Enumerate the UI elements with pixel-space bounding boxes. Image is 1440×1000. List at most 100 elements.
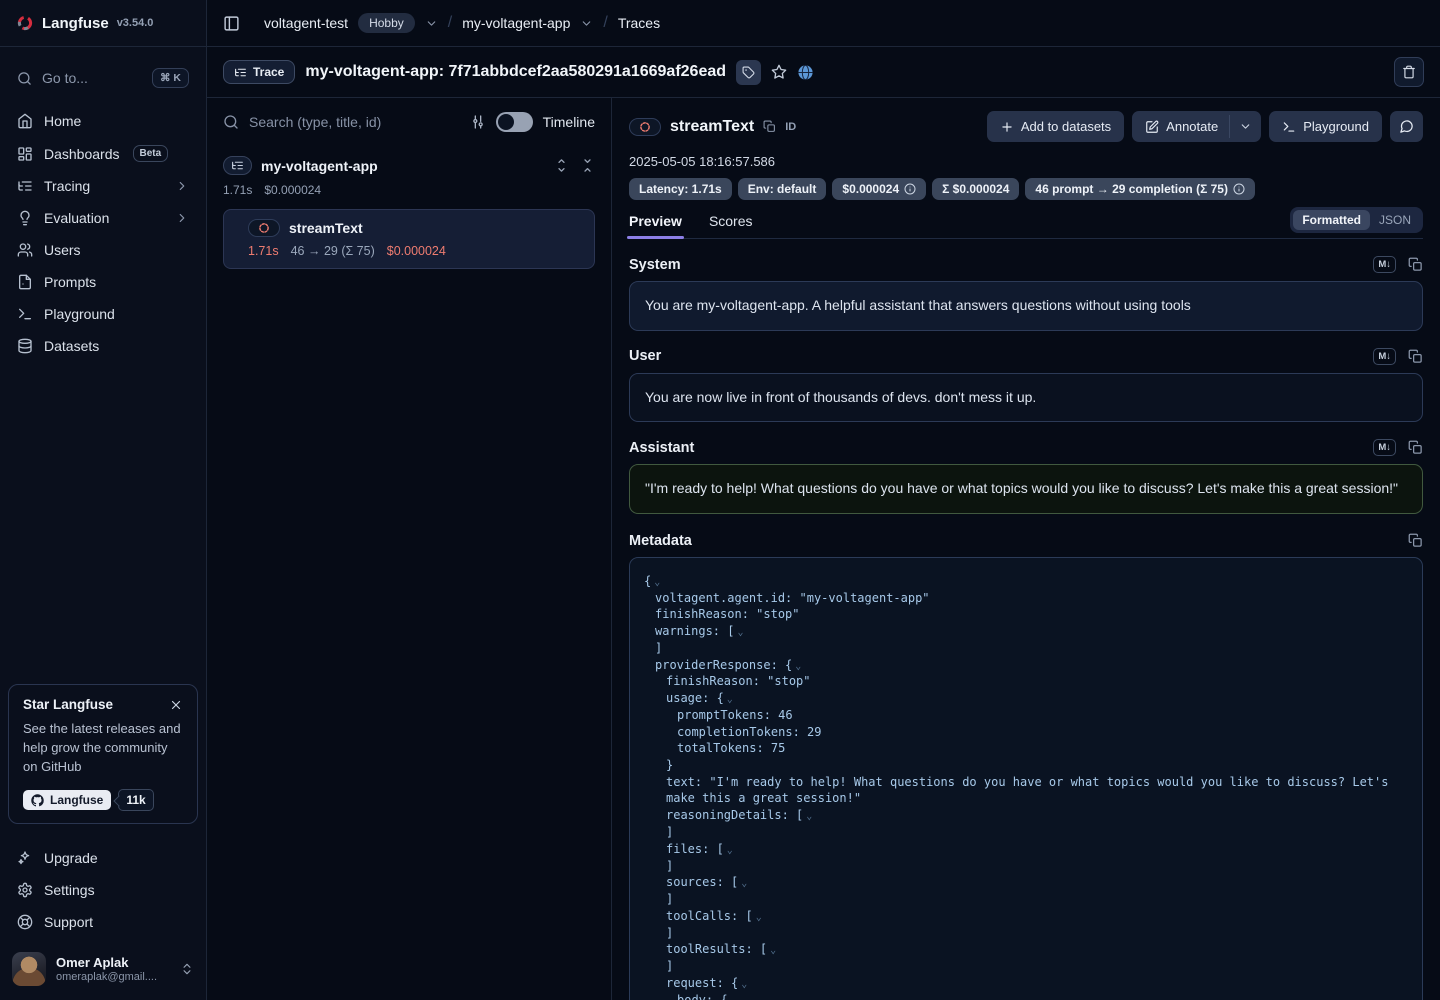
timeline-toggle[interactable] xyxy=(496,112,533,132)
chevron-down-icon[interactable] xyxy=(806,810,812,824)
info-icon[interactable] xyxy=(904,183,916,195)
io-content: System M↓ You are my-voltagent-app. A he… xyxy=(629,239,1423,1000)
observation-name: streamText xyxy=(670,118,754,136)
copy-icon[interactable] xyxy=(1408,440,1423,455)
chevron-down-icon[interactable] xyxy=(770,944,776,958)
markdown-toggle-icon[interactable]: M↓ xyxy=(1373,439,1396,456)
tree-trace-row[interactable]: my-voltagent-app xyxy=(223,156,595,175)
langfuse-logo-icon xyxy=(16,14,34,32)
json-line: sources: [ xyxy=(644,874,1408,891)
sidebar-item-users[interactable]: Users xyxy=(8,234,198,266)
tree-trace-name: my-voltagent-app xyxy=(261,158,378,174)
json-line: } xyxy=(644,757,1408,774)
top-navigation: voltagent-test Hobby / my-voltagent-app … xyxy=(207,0,1440,47)
tab-scores[interactable]: Scores xyxy=(709,213,753,238)
panel-left-toggle-icon[interactable] xyxy=(223,15,240,32)
json-line: providerResponse: { xyxy=(644,657,1408,674)
chevron-down-icon[interactable] xyxy=(727,693,733,707)
playground-button[interactable]: Playground xyxy=(1269,111,1382,142)
lightbulb-icon xyxy=(17,210,33,226)
main-area: voltagent-test Hobby / my-voltagent-app … xyxy=(207,0,1440,1000)
expand-all-icon[interactable] xyxy=(554,158,569,173)
stat-badge: $0.000024 xyxy=(832,178,926,200)
breadcrumb-project[interactable]: voltagent-test xyxy=(264,15,348,31)
chevron-down-icon[interactable] xyxy=(741,877,747,891)
sidebar-item-label: Settings xyxy=(44,882,95,898)
github-icon xyxy=(31,794,44,807)
sidebar-item-support[interactable]: Support xyxy=(8,906,198,938)
trace-type-badge: Trace xyxy=(223,60,295,84)
brand-header: Langfuse v3.54.0 xyxy=(0,0,206,47)
tag-button[interactable] xyxy=(736,60,761,85)
format-toggle: Formatted JSON xyxy=(1290,207,1423,233)
chevron-down-icon[interactable] xyxy=(737,626,743,640)
copy-icon[interactable] xyxy=(1408,533,1423,548)
id-label: ID xyxy=(785,121,796,133)
github-star-count: 11k xyxy=(118,789,153,811)
json-line: voltagent.agent.id: "my-voltagent-app" xyxy=(644,590,1408,607)
json-line: warnings: [ xyxy=(644,623,1408,640)
chevron-down-icon[interactable] xyxy=(654,576,660,590)
sidebar-item-label: Users xyxy=(44,242,81,258)
sidebar-item-prompts[interactable]: Prompts xyxy=(8,266,198,298)
sidebar-item-label: Support xyxy=(44,914,93,930)
search-input[interactable]: Search (type, title, id) xyxy=(249,114,460,130)
star-button[interactable] xyxy=(771,64,787,80)
goto-search[interactable]: Go to... ⌘ K xyxy=(8,61,198,95)
comments-button[interactable] xyxy=(1390,111,1423,142)
plan-badge[interactable]: Hobby xyxy=(358,13,415,33)
goto-label: Go to... xyxy=(42,70,88,86)
tree-span-tokens: 46 → 29 (Σ 75) xyxy=(291,244,375,258)
markdown-toggle-icon[interactable]: M↓ xyxy=(1373,256,1396,273)
copy-id-icon[interactable] xyxy=(763,120,776,133)
section-title-metadata: Metadata xyxy=(629,533,692,549)
copy-icon[interactable] xyxy=(1408,257,1423,272)
annotate-dropdown-caret[interactable] xyxy=(1230,111,1261,142)
breadcrumb-section[interactable]: Traces xyxy=(618,15,660,31)
pen-square-icon xyxy=(1145,120,1159,134)
annotate-button[interactable]: Annotate xyxy=(1132,111,1229,142)
stat-badge: Latency: 1.71s xyxy=(629,178,732,200)
sidebar-item-tracing[interactable]: Tracing xyxy=(8,170,198,202)
breadcrumb-agent[interactable]: my-voltagent-app xyxy=(462,15,570,31)
user-menu[interactable]: Omer Aplak omeraplak@gmail.... xyxy=(0,942,206,1000)
sidebar-item-datasets[interactable]: Datasets xyxy=(8,330,198,362)
tree-trace-latency: 1.71s xyxy=(223,183,252,197)
chevron-down-icon[interactable] xyxy=(741,978,747,992)
json-line: body: { xyxy=(644,992,1408,1000)
collapse-all-icon[interactable] xyxy=(580,158,595,173)
chevron-down-icon[interactable] xyxy=(580,17,593,30)
format-json[interactable]: JSON xyxy=(1370,210,1420,230)
annotate-split-button: Annotate xyxy=(1132,111,1261,142)
sidebar-item-dashboards[interactable]: Dashboards Beta xyxy=(8,137,198,170)
search-icon xyxy=(17,71,32,86)
brand-name: Langfuse xyxy=(42,15,109,32)
json-line: toolResults: [ xyxy=(644,941,1408,958)
info-icon[interactable] xyxy=(1233,183,1245,195)
stat-badge: Env: default xyxy=(738,178,827,200)
tree-span-cost: $0.000024 xyxy=(387,244,446,258)
sidebar-item-settings[interactable]: Settings xyxy=(8,874,198,906)
chevron-down-icon[interactable] xyxy=(425,17,438,30)
github-star-button[interactable]: Langfuse xyxy=(23,790,111,810)
format-formatted[interactable]: Formatted xyxy=(1293,210,1370,230)
sidebar-item-playground[interactable]: Playground xyxy=(8,298,198,330)
delete-trace-button[interactable] xyxy=(1394,57,1424,87)
tree-span-streamtext[interactable]: streamText 1.71s 46 → 29 (Σ 75) $0.00002… xyxy=(223,209,595,269)
visibility-globe-icon[interactable] xyxy=(797,64,814,81)
sidebar-item-evaluation[interactable]: Evaluation xyxy=(8,202,198,234)
markdown-toggle-icon[interactable]: M↓ xyxy=(1373,348,1396,365)
view-options-sliders-icon[interactable] xyxy=(470,114,486,130)
close-icon[interactable] xyxy=(169,698,183,712)
add-to-datasets-button[interactable]: Add to datasets xyxy=(987,111,1124,142)
sidebar-item-label: Home xyxy=(44,113,81,129)
chevron-down-icon[interactable] xyxy=(731,995,737,1000)
chevron-down-icon[interactable] xyxy=(795,660,801,674)
chevron-down-icon[interactable] xyxy=(727,844,733,858)
tab-preview[interactable]: Preview xyxy=(629,213,682,238)
copy-icon[interactable] xyxy=(1408,349,1423,364)
sidebar-item-label: Tracing xyxy=(44,178,90,194)
sidebar-item-upgrade[interactable]: Upgrade xyxy=(8,842,198,874)
chevron-down-icon[interactable] xyxy=(756,911,762,925)
sidebar-item-home[interactable]: Home xyxy=(8,105,198,137)
